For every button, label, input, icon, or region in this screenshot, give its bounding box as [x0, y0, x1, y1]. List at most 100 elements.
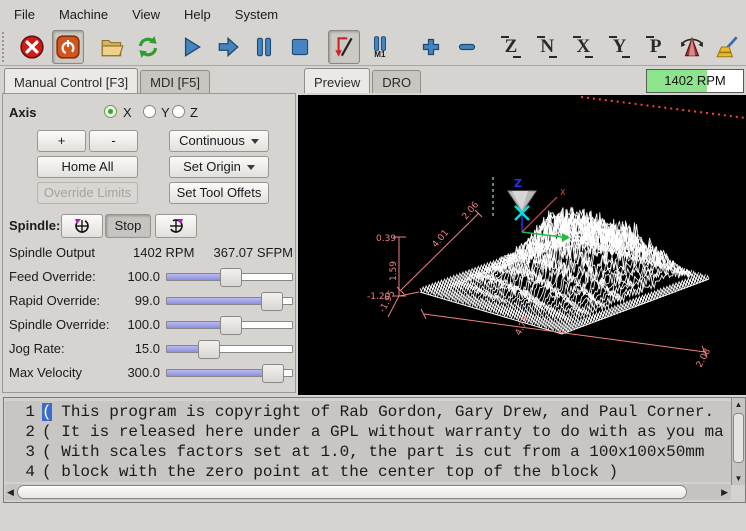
spindle-override-label: Spindle Override:: [9, 317, 109, 332]
menu-help[interactable]: Help: [172, 3, 223, 26]
gcode-line-text: This program is copyright of Rab Gordon,…: [52, 403, 715, 421]
axis-radio-z[interactable]: [172, 105, 185, 118]
set-tool-offsets-button[interactable]: Set Tool Offets: [169, 182, 269, 204]
open-file-button[interactable]: [95, 30, 127, 64]
rapid-override-handle[interactable]: [261, 292, 283, 311]
max-velocity-slider-row: Max Velocity 300.0: [3, 362, 301, 384]
view-rotated-top-letter: N: [540, 36, 554, 58]
gcode-line-number: 3: [5, 442, 35, 462]
gcode-line[interactable]: 2 ( It is released here under a GPL with…: [5, 422, 733, 442]
feed-override-track[interactable]: [166, 273, 293, 281]
tab-manual-control[interactable]: Manual Control [F3]: [4, 68, 138, 93]
max-velocity-track[interactable]: [166, 369, 293, 377]
reload-file-button[interactable]: [132, 30, 164, 64]
gcode-line-text: ( With scales factors set at 1.0, the pa…: [35, 442, 705, 462]
view-front-button[interactable]: Y: [603, 30, 635, 64]
bracket-mark: [658, 56, 666, 58]
max-velocity-value: 300.0: [103, 365, 160, 380]
axis-radio-y[interactable]: [143, 105, 156, 118]
zoom-out-button[interactable]: [451, 30, 483, 64]
pause-program-button[interactable]: [248, 30, 280, 64]
zoom-in-button[interactable]: [415, 30, 447, 64]
menu-machine[interactable]: Machine: [47, 3, 120, 26]
vertical-scroll-thumb[interactable]: [733, 413, 744, 463]
gcode-text-area[interactable]: 1 ( This program is copyright of Rab Gor…: [5, 399, 733, 485]
gcode-line[interactable]: 3 ( With scales factors set at 1.0, the …: [5, 442, 733, 462]
spindle-stop-button[interactable]: Stop: [105, 214, 151, 238]
gcode-line-number: 1: [5, 402, 35, 422]
preview-canvas[interactable]: 0.391.59-1.20-1.954.012.064.732.08ZX: [298, 95, 746, 395]
tab-dro[interactable]: DRO: [372, 70, 421, 93]
spindle-ccw-icon: [72, 216, 92, 236]
scroll-up-arrow-icon[interactable]: ▲: [732, 400, 745, 409]
spindle-override-track[interactable]: [166, 321, 293, 329]
clear-plot-button[interactable]: [712, 30, 744, 64]
spindle-override-slider-row: Spindle Override: 100.0: [3, 314, 301, 336]
menu-view[interactable]: View: [120, 3, 172, 26]
home-all-button[interactable]: Home All: [37, 156, 138, 178]
set-origin-dropdown[interactable]: Set Origin: [169, 156, 269, 178]
bracket-mark: [622, 56, 630, 58]
feed-override-handle[interactable]: [220, 268, 242, 287]
jog-minus-button[interactable]: -: [89, 130, 138, 152]
rapid-override-label: Rapid Override:: [9, 293, 100, 308]
axis-radio-x[interactable]: [104, 105, 117, 118]
rapid-override-slider-row: Rapid Override: 99.0: [3, 290, 301, 312]
scroll-right-arrow-icon[interactable]: ▶: [721, 487, 728, 498]
view-rotated-top-button[interactable]: N: [531, 30, 563, 64]
gcode-listing[interactable]: 1 ( This program is copyright of Rab Gor…: [3, 397, 746, 503]
gcode-horizontal-scrollbar[interactable]: ◀ ▶: [5, 484, 731, 500]
machine-power-button[interactable]: [52, 30, 84, 64]
menu-file[interactable]: File: [2, 3, 47, 26]
gcode-line[interactable]: 4 ( block with the zero point at the cen…: [5, 462, 733, 482]
run-program-button[interactable]: [175, 30, 207, 64]
stop-program-button[interactable]: [284, 30, 316, 64]
spindle-label: Spindle:: [9, 218, 60, 233]
max-velocity-handle[interactable]: [262, 364, 284, 383]
svg-text:Z: Z: [514, 177, 522, 190]
scroll-down-arrow-icon[interactable]: ▼: [732, 474, 745, 483]
rotate-view-button[interactable]: [676, 30, 708, 64]
override-limits-button: Override Limits: [37, 182, 138, 204]
stop-icon: [287, 34, 313, 60]
gcode-line-text: ( It is released here under a GPL withou…: [35, 422, 724, 442]
zoom-out-minus-icon: [455, 35, 479, 59]
menu-system[interactable]: System: [223, 3, 290, 26]
clear-plot-broom-icon: [715, 34, 741, 60]
toolpath-plot: 0.391.59-1.20-1.954.012.064.732.08ZX: [298, 95, 746, 395]
tab-preview[interactable]: Preview: [304, 68, 370, 93]
svg-text:1.59: 1.59: [389, 261, 399, 281]
skip-lines-button[interactable]: [328, 30, 360, 64]
gcode-line[interactable]: 1 ( This program is copyright of Rab Gor…: [5, 402, 733, 422]
spindle-cw-button[interactable]: [155, 214, 197, 238]
run-icon: [178, 34, 204, 60]
gcode-line-text: ( block with the zero point at the cente…: [35, 462, 618, 482]
scroll-left-arrow-icon[interactable]: ◀: [7, 487, 14, 498]
view-top-button[interactable]: Z: [495, 30, 527, 64]
menubar: File Machine View Help System: [0, 0, 746, 28]
machine-power-icon: [55, 34, 81, 60]
toolbar-drag-handle[interactable]: [2, 32, 11, 62]
view-perspective-button[interactable]: P: [640, 30, 672, 64]
gcode-vertical-scrollbar[interactable]: ▲ ▼: [731, 398, 745, 485]
jog-plus-button[interactable]: +: [37, 130, 86, 152]
jog-rate-handle[interactable]: [198, 340, 220, 359]
tab-mdi[interactable]: MDI [F5]: [140, 70, 210, 93]
spindle-ccw-button[interactable]: [61, 214, 103, 238]
bracket-mark: [537, 36, 545, 38]
manual-control-body: Axis X Y Z + - Continuous Home All Set O…: [2, 93, 296, 393]
estop-button[interactable]: [16, 30, 48, 64]
rapid-override-track[interactable]: [166, 297, 293, 305]
horizontal-scroll-thumb[interactable]: [17, 485, 687, 499]
view-side-button[interactable]: X: [567, 30, 599, 64]
jog-rate-track[interactable]: [166, 345, 293, 353]
view-front-letter: Y: [613, 36, 627, 58]
svg-text:2.08: 2.08: [695, 347, 713, 370]
run-step-button[interactable]: [212, 30, 244, 64]
bracket-mark: [609, 36, 617, 38]
jog-mode-dropdown[interactable]: Continuous: [169, 130, 269, 152]
bracket-mark: [585, 56, 593, 58]
gcode-cursor: (: [42, 403, 52, 421]
spindle-override-handle[interactable]: [220, 316, 242, 335]
optional-stop-button[interactable]: M1: [364, 30, 396, 64]
